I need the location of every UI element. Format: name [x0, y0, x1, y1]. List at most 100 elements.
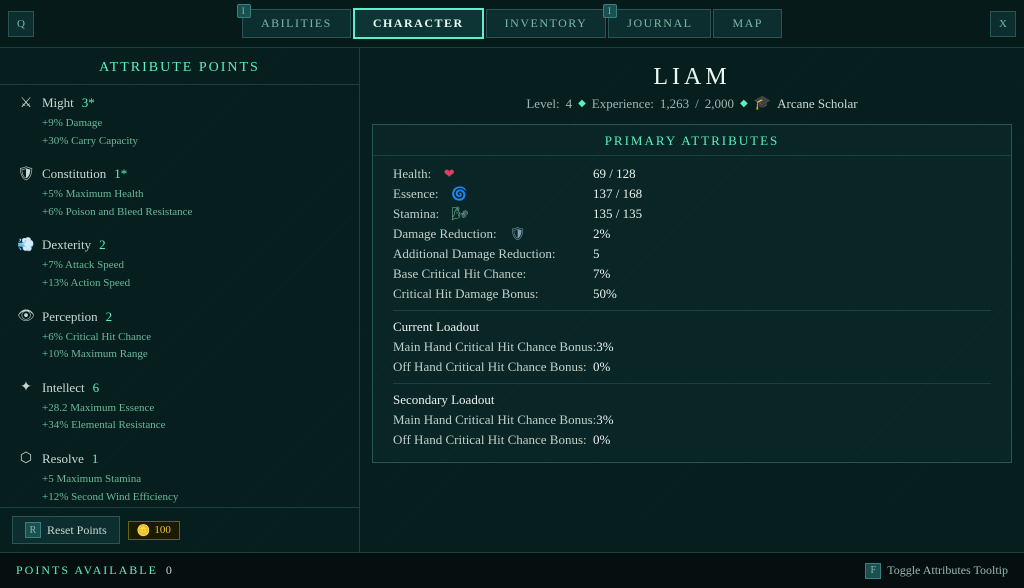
stat-additional-dmg-reduction: Additional Damage Reduction: 5	[393, 246, 991, 262]
attribute-intellect[interactable]: ✦ Intellect 6 +28.2 Maximum Essence+34% …	[16, 378, 343, 435]
sec-off-crit-value: 0%	[593, 432, 610, 448]
stat-stamina: Stamina: 🌬 135 / 135	[393, 206, 991, 222]
essence-label: Essence: 🌀	[393, 186, 593, 202]
intellect-value: 6	[93, 380, 100, 396]
divider-2	[393, 383, 991, 384]
toggle-label: Toggle Attributes Tooltip	[887, 563, 1008, 578]
health-value: 69 / 128	[593, 166, 636, 182]
current-main-crit: Main Hand Critical Hit Chance Bonus: 3%	[393, 339, 991, 355]
crit-dmg-bonus-label: Critical Hit Damage Bonus:	[393, 286, 593, 302]
curr-main-crit-value: 3%	[596, 339, 613, 355]
primary-attrs-title: Primary Attributes	[373, 125, 1011, 156]
tab-map[interactable]: MAP	[713, 9, 782, 38]
attributes-list: ⚔ Might 3* +9% Damage+30% Carry Capacity…	[0, 85, 359, 507]
stamina-label: Stamina: 🌬	[393, 206, 593, 222]
dexterity-bonus: +7% Attack Speed+13% Action Speed	[16, 257, 343, 292]
exp-current: 1,263	[660, 96, 689, 112]
class-icon: 🎓	[754, 95, 771, 112]
dexterity-name: Dexterity	[42, 237, 91, 253]
might-bonus: +9% Damage+30% Carry Capacity	[16, 115, 343, 150]
points-count: 0	[166, 563, 174, 578]
stamina-icon: 🌬	[452, 206, 469, 222]
left-panel-bottom: R Reset Points 🪙 100	[0, 507, 359, 552]
points-available-display: POINTS AVAILABLE 0	[16, 563, 174, 578]
attribute-might[interactable]: ⚔ Might 3* +9% Damage+30% Carry Capacity	[16, 93, 343, 150]
journal-key: I	[603, 4, 617, 18]
tab-journal[interactable]: I JOURNAL	[608, 9, 711, 38]
intellect-bonus: +28.2 Maximum Essence+34% Elemental Resi…	[16, 400, 343, 435]
perception-bonus: +6% Critical Hit Chance+10% Maximum Rang…	[16, 329, 343, 364]
shield-icon: 🛡	[509, 226, 526, 242]
level-label: Level:	[526, 96, 559, 112]
essence-icon: 🌀	[451, 186, 467, 202]
left-panel: Attribute Points ⚔ Might 3* +9% Damage+3…	[0, 48, 360, 552]
attribute-constitution[interactable]: 🛡 Constitution 1* +5% Maximum Health+6% …	[16, 164, 343, 221]
coin-value: 100	[154, 524, 171, 536]
secondary-loadout-title: Secondary Loadout	[393, 392, 991, 408]
exp-max: 2,000	[705, 96, 734, 112]
constitution-icon: 🛡	[16, 164, 36, 184]
divider-1	[393, 310, 991, 311]
dmg-reduction-value: 2%	[593, 226, 610, 242]
primary-attributes-box: Primary Attributes Health: ❤ 69 / 128 Es…	[372, 124, 1012, 463]
character-name: LIAM	[360, 64, 1024, 91]
coin-icon: 🪙	[137, 524, 151, 537]
attribute-dexterity[interactable]: 💨 Dexterity 2 +7% Attack Speed+13% Actio…	[16, 235, 343, 292]
curr-off-crit-label: Off Hand Critical Hit Chance Bonus:	[393, 359, 593, 375]
reset-points-button[interactable]: R Reset Points	[12, 516, 120, 544]
q-key-label: Q	[17, 18, 25, 30]
attribute-perception[interactable]: 👁 Perception 2 +6% Critical Hit Chance+1…	[16, 307, 343, 364]
x-key-button[interactable]: X	[990, 11, 1016, 37]
secondary-main-crit: Main Hand Critical Hit Chance Bonus: 3%	[393, 412, 991, 428]
stat-damage-reduction: Damage Reduction: 🛡 2%	[393, 226, 991, 242]
health-icon: ❤	[444, 166, 455, 182]
points-label: POINTS AVAILABLE	[16, 563, 158, 578]
toggle-tooltip-display: F Toggle Attributes Tooltip	[865, 563, 1008, 579]
add-dmg-reduction-value: 5	[593, 246, 600, 262]
attribute-points-title: Attribute Points	[0, 48, 359, 85]
stat-health: Health: ❤ 69 / 128	[393, 166, 991, 182]
resolve-name: Resolve	[42, 451, 84, 467]
q-key-button[interactable]: Q	[8, 11, 34, 37]
curr-main-crit-label: Main Hand Critical Hit Chance Bonus:	[393, 339, 596, 355]
abilities-key: I	[237, 4, 251, 18]
class-name: Arcane Scholar	[777, 96, 858, 112]
sec-main-crit-value: 3%	[596, 412, 613, 428]
base-crit-label: Base Critical Hit Chance:	[393, 266, 593, 282]
dexterity-value: 2	[99, 237, 106, 253]
dmg-reduction-label: Damage Reduction: 🛡	[393, 226, 593, 242]
current-loadout-title: Current Loadout	[393, 319, 991, 335]
toggle-key-badge: F	[865, 563, 881, 579]
tab-character[interactable]: CHARACTER	[353, 8, 484, 39]
resolve-bonus: +5 Maximum Stamina+12% Second Wind Effic…	[16, 471, 343, 506]
perception-name: Perception	[42, 309, 98, 325]
bottom-status-bar: POINTS AVAILABLE 0 F Toggle Attributes T…	[0, 552, 1024, 588]
curr-off-crit-value: 0%	[593, 359, 610, 375]
might-name: Might	[42, 95, 74, 111]
character-info: Level: 4 ◆ Experience: 1,263 / 2,000 ◆ 🎓…	[360, 95, 1024, 112]
current-off-crit: Off Hand Critical Hit Chance Bonus: 0%	[393, 359, 991, 375]
coin-display: 🪙 100	[128, 521, 180, 540]
reset-key-badge: R	[25, 522, 41, 538]
base-crit-value: 7%	[593, 266, 610, 282]
perception-value: 2	[106, 309, 113, 325]
might-icon: ⚔	[16, 93, 36, 113]
health-label: Health: ❤	[393, 166, 593, 182]
right-panel: LIAM Level: 4 ◆ Experience: 1,263 / 2,00…	[360, 48, 1024, 552]
tab-inventory[interactable]: INVENTORY	[486, 9, 607, 38]
secondary-off-crit: Off Hand Critical Hit Chance Bonus: 0%	[393, 432, 991, 448]
tab-abilities[interactable]: I ABILITIES	[242, 9, 351, 38]
stat-crit-damage-bonus: Critical Hit Damage Bonus: 50%	[393, 286, 991, 302]
dexterity-icon: 💨	[16, 235, 36, 255]
constitution-bonus: +5% Maximum Health+6% Poison and Bleed R…	[16, 186, 343, 221]
character-header: LIAM Level: 4 ◆ Experience: 1,263 / 2,00…	[360, 48, 1024, 120]
main-content: Attribute Points ⚔ Might 3* +9% Damage+3…	[0, 48, 1024, 552]
level-value: 4	[566, 96, 573, 112]
intellect-name: Intellect	[42, 380, 85, 396]
perception-icon: 👁	[16, 307, 36, 327]
attribute-resolve[interactable]: ⬡ Resolve 1 +5 Maximum Stamina+12% Secon…	[16, 449, 343, 506]
x-key-label: X	[999, 18, 1007, 30]
stamina-value: 135 / 135	[593, 206, 642, 222]
resolve-value: 1	[92, 451, 99, 467]
primary-attrs-content: Health: ❤ 69 / 128 Essence: 🌀 137 / 168 …	[373, 156, 1011, 462]
